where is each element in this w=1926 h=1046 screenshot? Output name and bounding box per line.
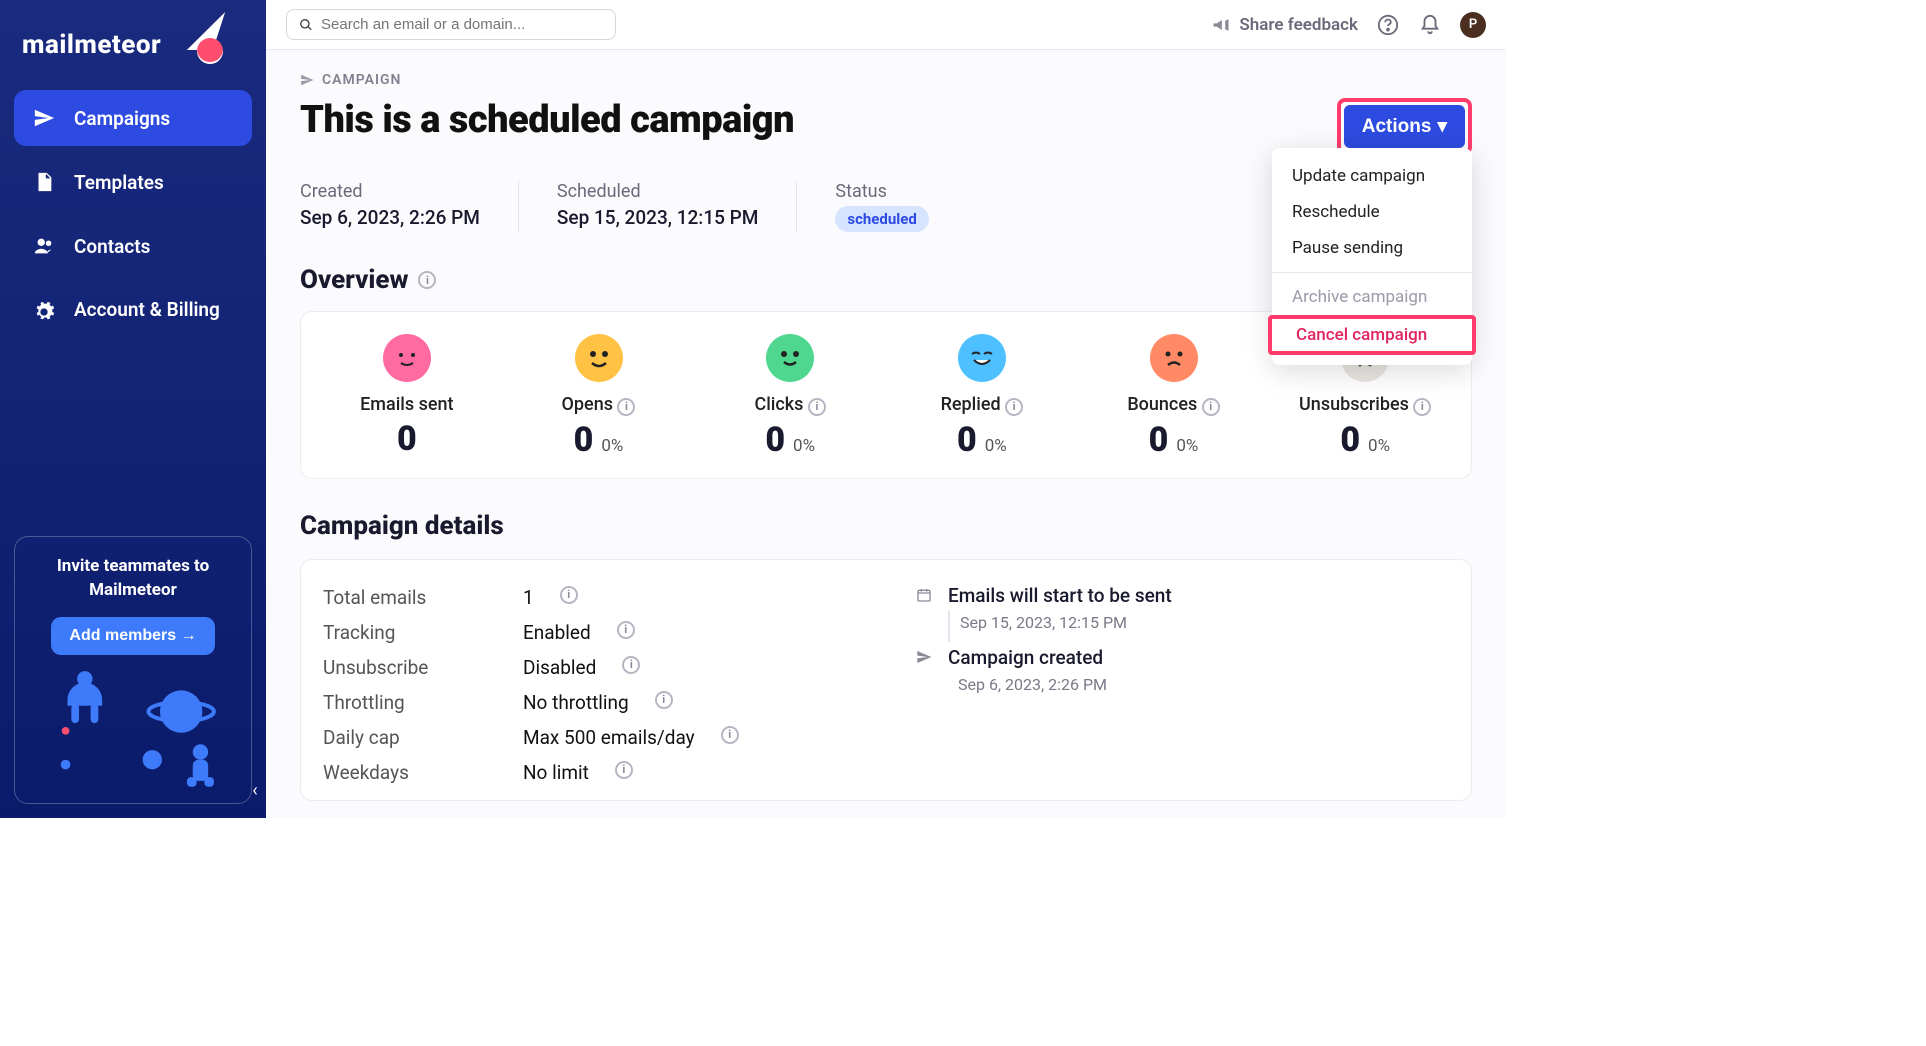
info-icon[interactable]: i: [418, 271, 436, 289]
info-icon[interactable]: i: [615, 761, 633, 779]
logo[interactable]: mailmeteor: [14, 24, 252, 84]
notifications-button[interactable]: [1418, 13, 1442, 37]
search-input-wrap[interactable]: [286, 9, 616, 40]
avatar[interactable]: P: [1460, 12, 1486, 38]
emoji-smile-icon: [575, 334, 623, 382]
main: Share feedback P CAMPAIGN: [266, 0, 1506, 818]
calendar-icon: [916, 584, 936, 607]
sidebar-item-campaigns[interactable]: Campaigns: [14, 90, 252, 146]
details-title: Campaign details: [300, 511, 1472, 541]
chevron-left-icon: ‹: [252, 780, 257, 801]
actions-button[interactable]: Actions ▾: [1344, 105, 1465, 148]
scheduled-value: Sep 15, 2023, 12:15 PM: [557, 206, 759, 229]
stat-bounces: Bounces i 00%: [1078, 334, 1270, 460]
stat-replied: Replied i 00%: [886, 334, 1078, 460]
breadcrumb[interactable]: CAMPAIGN: [300, 72, 1472, 88]
bell-icon: [1419, 14, 1441, 36]
megaphone-icon: [1211, 15, 1231, 35]
info-icon[interactable]: i: [560, 586, 578, 604]
invite-illustration: [27, 661, 239, 791]
menu-reschedule[interactable]: Reschedule: [1272, 194, 1472, 230]
info-icon[interactable]: i: [1005, 398, 1023, 416]
sidebar-item-label: Account & Billing: [74, 298, 220, 323]
search-input[interactable]: [321, 16, 603, 33]
stat-clicks: Clicks i 00%: [694, 334, 886, 460]
sidebar-item-label: Campaigns: [74, 107, 170, 130]
sidebar: mailmeteor Campaigns Templates: [0, 0, 266, 818]
help-button[interactable]: [1376, 13, 1400, 37]
send-icon: [32, 106, 56, 130]
people-icon: [32, 234, 56, 258]
actions-menu: Update campaign Reschedule Pause sending…: [1272, 148, 1472, 365]
campaign-title: This is a scheduled campaign: [300, 98, 794, 142]
info-icon[interactable]: i: [655, 691, 673, 709]
menu-pause-sending[interactable]: Pause sending: [1272, 230, 1472, 266]
status-badge: scheduled: [835, 206, 928, 232]
info-icon[interactable]: i: [1413, 398, 1431, 416]
info-icon[interactable]: i: [1202, 398, 1220, 416]
content: CAMPAIGN This is a scheduled campaign Ac…: [266, 50, 1506, 818]
timeline: Emails will start to be sent Sep 15, 202…: [916, 580, 1449, 790]
details-list: Total emails1 i TrackingEnabled i Unsubs…: [323, 580, 856, 790]
created-value: Sep 6, 2023, 2:26 PM: [300, 206, 480, 229]
info-icon[interactable]: i: [622, 656, 640, 674]
sidebar-item-templates[interactable]: Templates: [14, 154, 252, 210]
scheduled-label: Scheduled: [557, 181, 759, 202]
help-icon: [1377, 14, 1399, 36]
document-icon: [32, 170, 56, 194]
topbar: Share feedback P: [266, 0, 1506, 50]
add-members-button[interactable]: Add members →: [51, 617, 214, 655]
sidebar-item-label: Contacts: [74, 235, 150, 258]
info-icon[interactable]: i: [721, 726, 739, 744]
sidebar-item-label: Templates: [74, 171, 164, 194]
invite-card: Invite teammates to Mailmeteor Add membe…: [14, 536, 252, 804]
send-icon: [300, 73, 314, 87]
sidebar-item-account[interactable]: Account & Billing: [14, 282, 252, 340]
emoji-happy-icon: [766, 334, 814, 382]
created-label: Created: [300, 181, 480, 202]
info-icon[interactable]: i: [617, 398, 635, 416]
stat-opens: Opens i 00%: [503, 334, 695, 460]
caret-down-icon: ▾: [1437, 115, 1447, 138]
menu-cancel-campaign[interactable]: Cancel campaign: [1268, 315, 1476, 355]
emoji-blush-icon: [383, 334, 431, 382]
info-icon[interactable]: i: [808, 398, 826, 416]
meteor-icon: [171, 12, 219, 60]
emoji-frown-icon: [1150, 334, 1198, 382]
search-icon: [299, 18, 313, 32]
logo-text: mailmeteor: [22, 30, 161, 60]
invite-title: Invite teammates to Mailmeteor: [27, 555, 239, 603]
collapse-sidebar-button[interactable]: ‹: [243, 770, 267, 810]
info-icon[interactable]: i: [617, 621, 635, 639]
menu-archive-campaign[interactable]: Archive campaign: [1272, 279, 1472, 315]
emoji-grin-icon: [958, 334, 1006, 382]
menu-divider: [1272, 272, 1472, 273]
actions-highlight: Actions ▾: [1337, 98, 1472, 155]
send-icon: [916, 646, 936, 669]
stat-emails-sent: Emails sent 0: [311, 334, 503, 460]
details-card: Total emails1 i TrackingEnabled i Unsubs…: [300, 559, 1472, 801]
nav: Campaigns Templates Contacts Account & B…: [14, 90, 252, 340]
sidebar-item-contacts[interactable]: Contacts: [14, 218, 252, 274]
share-feedback-link[interactable]: Share feedback: [1211, 15, 1358, 35]
menu-update-campaign[interactable]: Update campaign: [1272, 158, 1472, 194]
status-label: Status: [835, 181, 928, 202]
gear-icon: [32, 300, 56, 324]
